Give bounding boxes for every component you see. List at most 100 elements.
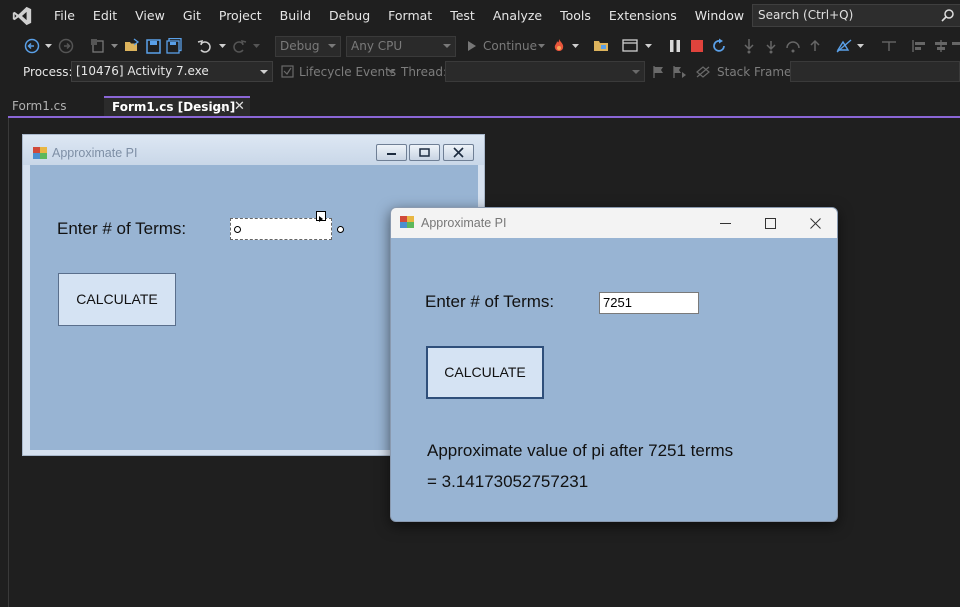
continue-dropdown[interactable] [536,36,546,56]
designer-minimize-button[interactable] [376,144,407,161]
hex-display-button[interactable] [834,36,854,56]
calculate-button[interactable]: CALCULATE [426,346,544,399]
align-center-button[interactable] [932,36,950,56]
close-button[interactable] [792,208,837,238]
chevron-down-icon [571,43,579,48]
running-form-window[interactable]: Approximate PI Enter # of Terms: 7251 CA… [390,207,838,522]
restart-button[interactable] [710,36,728,56]
thread-dropdown[interactable] [445,61,645,82]
solution-configuration-dropdown[interactable]: Debug [275,36,341,57]
menu-view[interactable]: View [126,0,174,32]
form-app-icon [400,216,414,228]
flag-icon[interactable] [652,65,665,79]
menu-test[interactable]: Test [441,0,484,32]
resize-handle-right[interactable] [337,226,344,233]
designer-maximize-button[interactable] [409,144,440,161]
tab-form1-design[interactable]: Form1.cs [Design] ⊣ ✕ [104,96,250,116]
toggle-stack-icon[interactable] [696,66,710,78]
step-over-button[interactable] [762,36,780,56]
menu-edit[interactable]: Edit [84,0,126,32]
break-all-button[interactable] [666,36,684,56]
align-button[interactable] [880,36,898,56]
save-button[interactable] [144,36,162,56]
new-project-button[interactable] [88,36,108,56]
designer-terms-label[interactable]: Enter # of Terms: [57,219,186,239]
menu-debug[interactable]: Debug [320,0,379,32]
step-out-icon [810,39,820,51]
designer-close-button[interactable] [443,144,474,161]
chevron-down-icon [443,44,451,48]
designer-form-title-bar: Approximate PI [23,135,484,165]
terms-input[interactable]: 7251 [599,292,699,314]
maximize-button[interactable] [747,208,793,238]
configuration-value: Debug [280,39,320,53]
visual-studio-logo-icon[interactable] [11,5,33,27]
new-dropdown[interactable] [110,36,118,56]
form-app-icon [33,147,47,159]
continue-button-label[interactable]: Continue [483,36,537,56]
folder-icon [594,41,608,51]
minimize-button[interactable] [702,208,748,238]
layout-button[interactable] [620,36,642,56]
menu-tools[interactable]: Tools [551,0,600,32]
menu-file[interactable]: File [45,0,84,32]
align-icon [882,41,896,51]
hot-reload-dropdown[interactable] [570,36,580,56]
tab-form1-cs[interactable]: Form1.cs [4,96,102,116]
step-out-button[interactable] [806,36,824,56]
document-tabs: Form1.cs Form1.cs [Design] ⊣ ✕ [0,96,960,118]
process-dropdown[interactable]: [10476] Activity 7.exe [71,61,273,82]
minimize-icon [387,153,396,155]
flag-threads-icon[interactable] [672,65,688,79]
stack-frame-dropdown[interactable] [790,61,960,82]
running-form-title: Approximate PI [421,216,507,230]
hex-dropdown[interactable] [856,36,864,56]
menu-bar: File Edit View Git Project Build Debug F… [0,0,960,32]
menu-format[interactable]: Format [379,0,441,32]
close-icon[interactable]: ✕ [234,98,245,116]
layout-dropdown[interactable] [644,36,652,56]
undo-button[interactable] [196,36,214,56]
designer-calculate-button[interactable]: CALCULATE [58,273,176,326]
running-form-title-bar: Approximate PI [391,208,837,238]
back-button[interactable] [22,36,42,56]
solution-explorer-button[interactable] [592,36,610,56]
search-box[interactable]: Search (Ctrl+Q) [752,4,960,27]
menu-git[interactable]: Git [174,0,210,32]
chevron-down-icon [644,43,652,48]
redo-dropdown[interactable] [252,36,260,56]
menu-project[interactable]: Project [210,0,271,32]
menu-extensions[interactable]: Extensions [600,0,686,32]
solution-platform-dropdown[interactable]: Any CPU [346,36,456,57]
step-into-icon [744,39,754,54]
back-dropdown[interactable] [44,36,52,56]
debug-location-toolbar: Process: [10476] Activity 7.exe Lifecycl… [0,60,960,84]
search-placeholder: Search (Ctrl+Q) [758,8,854,22]
align-center-icon [935,40,947,52]
hot-reload-flame-icon [554,39,564,51]
step-back-button[interactable] [784,36,802,56]
align-right-button[interactable] [952,36,960,56]
smart-tag-icon[interactable] [316,211,326,222]
undo-dropdown[interactable] [218,36,226,56]
pause-icon [670,40,680,52]
resize-handle-left[interactable] [234,226,241,233]
forward-button[interactable] [56,36,76,56]
save-all-button[interactable] [165,36,183,56]
result-text-line1: Approximate value of pi after 7251 terms [427,441,734,460]
step-into-button[interactable] [740,36,758,56]
open-file-button[interactable] [122,36,142,56]
menu-analyze[interactable]: Analyze [484,0,551,32]
chevron-down-icon[interactable] [388,70,395,75]
save-all-icon [166,38,182,54]
lifecycle-events-button[interactable]: Lifecycle Events [299,60,396,84]
redo-button[interactable] [230,36,248,56]
stop-debugging-button[interactable] [688,36,706,56]
menu-window[interactable]: Window [686,0,753,32]
chevron-down-icon [260,70,268,74]
menu-build[interactable]: Build [271,0,320,32]
align-left-button[interactable] [910,36,928,56]
hot-reload-button[interactable] [550,36,568,56]
process-label: Process: [23,65,73,79]
stack-frame-label: Stack Frame: [717,65,796,79]
